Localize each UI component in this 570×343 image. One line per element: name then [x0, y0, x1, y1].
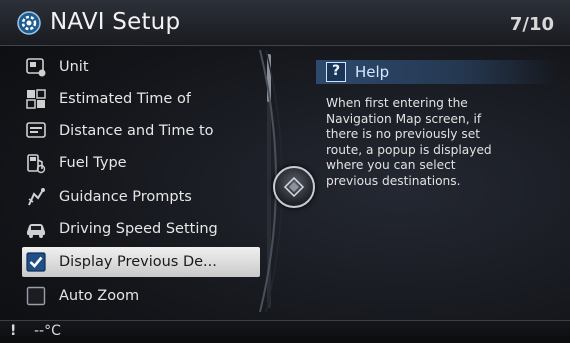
help-line: there is no previously set: [326, 127, 480, 141]
menu-item-guidance-prompts[interactable]: Guidance Prompts: [22, 182, 260, 212]
settings-list: Unit Estimated Time of Distance and Time…: [18, 50, 276, 312]
menu-item-unit[interactable]: Unit: [22, 52, 260, 82]
help-header-bar: [316, 60, 556, 84]
menu-item-auto-zoom[interactable]: Auto Zoom: [22, 281, 260, 311]
menu-item-label: Display Previous De...: [59, 254, 217, 270]
help-text: When first entering the Navigation Map s…: [326, 96, 556, 189]
menu-item-display-previous[interactable]: Display Previous De...: [22, 247, 260, 277]
page-title: NAVI Setup: [50, 9, 181, 35]
alert-indicator: !: [10, 323, 17, 339]
page-indicator: 7/10: [509, 14, 554, 35]
fuel-icon: [27, 154, 46, 174]
menu-item-label: Auto Zoom: [59, 288, 140, 304]
help-line: route, a popup is displayed: [326, 142, 492, 157]
unit-icon: [26, 58, 46, 77]
checkbox-checked-icon[interactable]: [25, 251, 47, 273]
menu-item-distance-time[interactable]: Distance and Time to: [22, 116, 260, 146]
menu-item-label: Distance and Time to: [59, 123, 214, 139]
help-line: Navigation Map screen, if: [326, 111, 482, 126]
help-title: Help: [355, 63, 390, 81]
menu-item-label: Unit: [59, 59, 89, 75]
menu-item-label: Fuel Type: [59, 155, 127, 171]
help-line: previous destinations.: [326, 173, 461, 188]
gear-icon: [17, 11, 41, 35]
menu-item-fuel-type[interactable]: Fuel Type: [22, 148, 260, 178]
help-icon: ?: [326, 62, 346, 82]
distance-time-icon: [26, 122, 46, 138]
estimated-time-icon: [26, 89, 46, 109]
menu-item-driving-speed[interactable]: Driving Speed Setting: [22, 214, 260, 244]
help-line: When first entering the: [326, 96, 468, 110]
car-icon: [27, 224, 45, 238]
navi-setup-screen: NAVI Setup 7/10 Unit Estimated Time of D…: [0, 0, 570, 343]
title-bar: NAVI Setup 7/10: [0, 0, 570, 46]
diamond-icon: [283, 176, 305, 198]
menu-item-label: Estimated Time of: [59, 91, 191, 107]
status-bar: ! --°C: [0, 320, 570, 343]
menu-item-label: Guidance Prompts: [59, 189, 192, 205]
panel-toggle-knob[interactable]: [273, 166, 315, 208]
temperature-readout: --°C: [34, 323, 61, 339]
help-line: where you can select: [326, 158, 456, 172]
menu-item-label: Driving Speed Setting: [59, 221, 218, 237]
menu-item-estimated-time[interactable]: Estimated Time of: [22, 84, 260, 114]
guidance-icon: [28, 188, 45, 206]
checkbox-unchecked-icon[interactable]: [25, 285, 47, 307]
